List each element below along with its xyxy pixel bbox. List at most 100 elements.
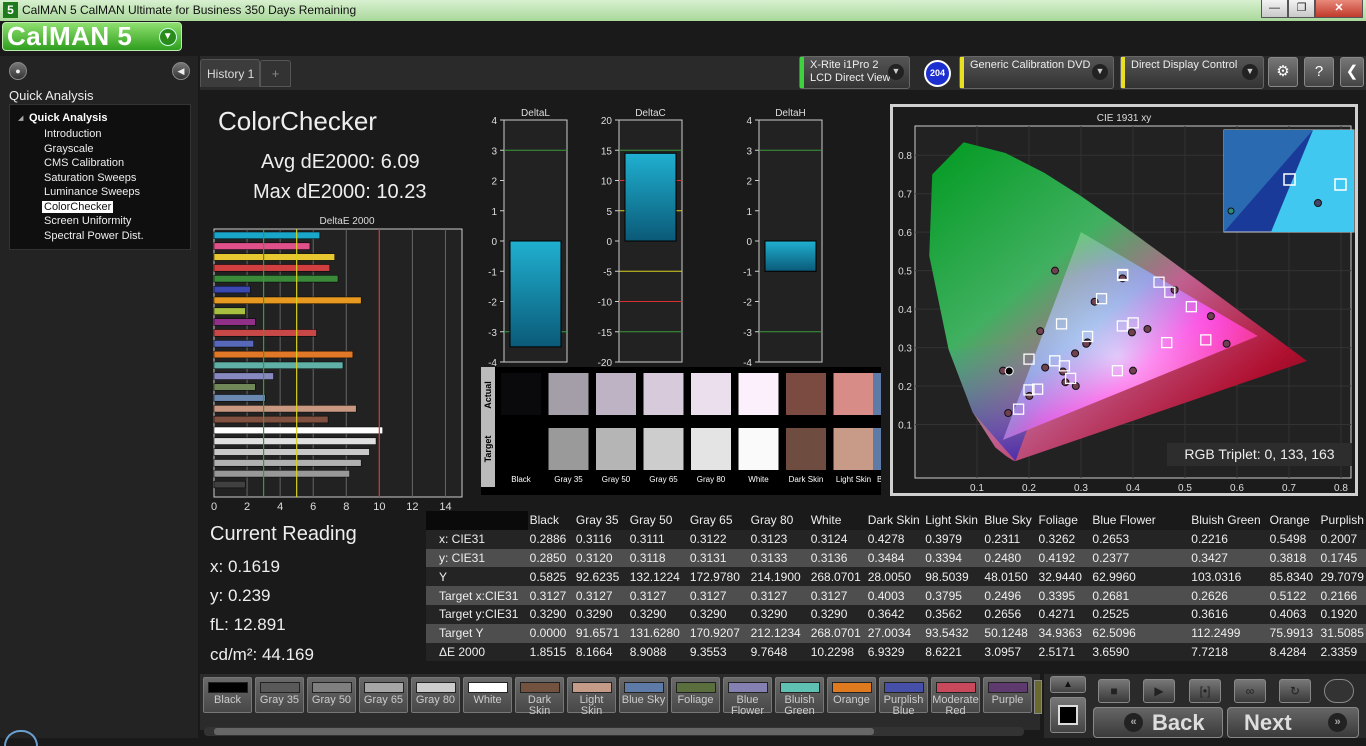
y-tick-label: 10: [601, 177, 613, 188]
column-header[interactable]: Orange: [1267, 511, 1319, 530]
back-button[interactable]: « Back: [1093, 707, 1223, 738]
table-cell: 0.3131: [687, 548, 749, 568]
next-button[interactable]: Next »: [1227, 707, 1359, 738]
record-button[interactable]: [1324, 679, 1354, 703]
column-header[interactable]: Gray 50: [627, 511, 688, 530]
swatch-button[interactable]: Gray 50: [307, 677, 356, 713]
swatch-button[interactable]: Light Skin: [567, 677, 616, 717]
reading-y: y: 0.239: [210, 586, 271, 605]
tree-expand-icon[interactable]: ◢: [18, 114, 23, 122]
actual-patch: [691, 373, 731, 415]
column-header[interactable]: Bluish Green: [1189, 511, 1268, 530]
calman-logo-menu[interactable]: CalMAN 5 ▼: [2, 22, 182, 51]
row-label: Y: [426, 567, 528, 587]
actual-point: [1051, 266, 1059, 275]
meter-selector[interactable]: X-Rite i1Pro 2 LCD Direct View ▼: [799, 56, 910, 89]
scrollbar-thumb[interactable]: [214, 728, 874, 735]
tab-history-1[interactable]: History 1: [200, 59, 260, 87]
patch-name: Gray 80: [697, 475, 726, 484]
pin-icon[interactable]: ●: [9, 62, 27, 80]
swatch-button[interactable]: Blue Sky: [619, 677, 668, 713]
swatch-chip: [727, 682, 768, 693]
column-header[interactable]: Blue Flower: [1090, 511, 1190, 530]
help-button[interactable]: ?: [1304, 57, 1334, 87]
deltae-bar: [213, 405, 357, 413]
close-button[interactable]: ✕: [1315, 0, 1363, 18]
y-tick-label: 0.1: [898, 421, 912, 432]
table-cell: 0.3290: [748, 604, 809, 624]
swatch-button[interactable]: Bluish Green: [775, 677, 824, 717]
minimize-button[interactable]: —: [1261, 0, 1288, 18]
tree-item[interactable]: Saturation Sweeps: [42, 172, 138, 184]
column-header[interactable]: White: [808, 511, 866, 530]
tree-item[interactable]: Introduction: [42, 128, 103, 140]
column-header[interactable]: Gray 35: [573, 511, 628, 530]
column-header[interactable]: Gray 65: [687, 511, 749, 530]
source-selector[interactable]: Generic Calibration DVD ▼: [959, 56, 1114, 89]
continuous-read-button[interactable]: ∞: [1234, 679, 1266, 703]
swatch-label: Purple: [991, 694, 1024, 706]
swatch-button[interactable]: Dark Skin: [515, 677, 564, 717]
x-tick-label: 0.8: [1334, 483, 1348, 493]
add-tab-button[interactable]: +: [260, 60, 291, 87]
stop-button[interactable]: ■: [1098, 679, 1130, 703]
device-badge[interactable]: 204: [924, 60, 951, 87]
column-header[interactable]: Foliage: [1036, 511, 1091, 530]
next-swatch-partial[interactable]: [1034, 680, 1042, 714]
tree-item[interactable]: ColorChecker: [42, 200, 114, 213]
scroll-up-button[interactable]: ▲: [1050, 676, 1086, 693]
swatch-button[interactable]: Black: [203, 677, 252, 713]
swatch-button[interactable]: Gray 65: [359, 677, 408, 713]
table-cell: 0.2496: [982, 586, 1037, 605]
average-delta-e: Avg dE2000: 6.09: [261, 151, 420, 173]
y-tick-label: -15: [598, 328, 613, 339]
collapse-right-button[interactable]: ❮: [1340, 57, 1364, 87]
table-cell: 8.1664: [573, 642, 628, 661]
target-patch: [501, 428, 541, 470]
tree-item[interactable]: CMS Calibration: [42, 157, 126, 169]
help-icon: ?: [1314, 63, 1324, 80]
actual-point: [1036, 327, 1045, 336]
actual-point: [1127, 328, 1136, 337]
swatch-button[interactable]: Foliage: [671, 677, 720, 713]
read-once-button[interactable]: [•]: [1189, 679, 1221, 703]
column-header[interactable]: Black: [527, 511, 574, 530]
swatch-button[interactable]: Orange: [827, 677, 876, 713]
patch-name: Black: [511, 475, 532, 484]
y-tick-label: 0: [606, 237, 612, 248]
patch-name-partial: B: [877, 475, 881, 484]
maximize-button[interactable]: ❐: [1288, 0, 1315, 18]
stop-mode-button[interactable]: [1050, 697, 1086, 733]
column-header[interactable]: Light Skin: [923, 511, 983, 530]
target-patch: [643, 428, 684, 470]
swatch-button[interactable]: Purplish Blue: [879, 677, 928, 717]
column-header[interactable]: Purplish: [1318, 511, 1366, 530]
column-header[interactable]: Dark Skin: [865, 511, 924, 530]
display-selector[interactable]: Direct Display Control ▼: [1120, 56, 1264, 89]
swatch-label: Moderate Red: [932, 694, 979, 717]
column-header[interactable]: Gray 80: [748, 511, 809, 530]
refresh-button[interactable]: ↻: [1279, 679, 1311, 703]
tree-item[interactable]: Luminance Sweeps: [42, 186, 142, 198]
swatch-button[interactable]: Gray 35: [255, 677, 304, 713]
swatch-button[interactable]: White: [463, 677, 512, 713]
title-bar: 5 CalMAN 5 CalMAN Ultimate for Business …: [0, 0, 1366, 21]
swatch-button[interactable]: Purple: [983, 677, 1032, 713]
swatch-button[interactable]: Blue Flower: [723, 677, 772, 717]
tree-item[interactable]: Spectral Power Dist.: [42, 230, 146, 242]
patch-name: White: [748, 475, 769, 484]
tree-item[interactable]: Grayscale: [42, 143, 96, 155]
play-button[interactable]: ▶: [1143, 679, 1175, 703]
collapse-panel-button[interactable]: ◀: [172, 62, 190, 80]
column-header[interactable]: Blue Sky: [982, 511, 1037, 530]
table-row: Target x:CIE31 0.3127 0.3127 0.3127 0.3127 0.…: [426, 586, 1366, 605]
tree-root[interactable]: Quick Analysis: [29, 112, 107, 124]
x-tick-label: 0.2: [1022, 483, 1036, 493]
step-icon: [•]: [1199, 684, 1211, 698]
tree-item[interactable]: Screen Uniformity: [42, 215, 133, 227]
settings-button[interactable]: ⚙: [1268, 57, 1298, 87]
swatch-button[interactable]: Gray 80: [411, 677, 460, 713]
swatch-button[interactable]: Moderate Red: [931, 677, 980, 717]
table-cell: 0.2377: [1090, 548, 1190, 568]
row-label: y: CIE31: [426, 548, 528, 568]
